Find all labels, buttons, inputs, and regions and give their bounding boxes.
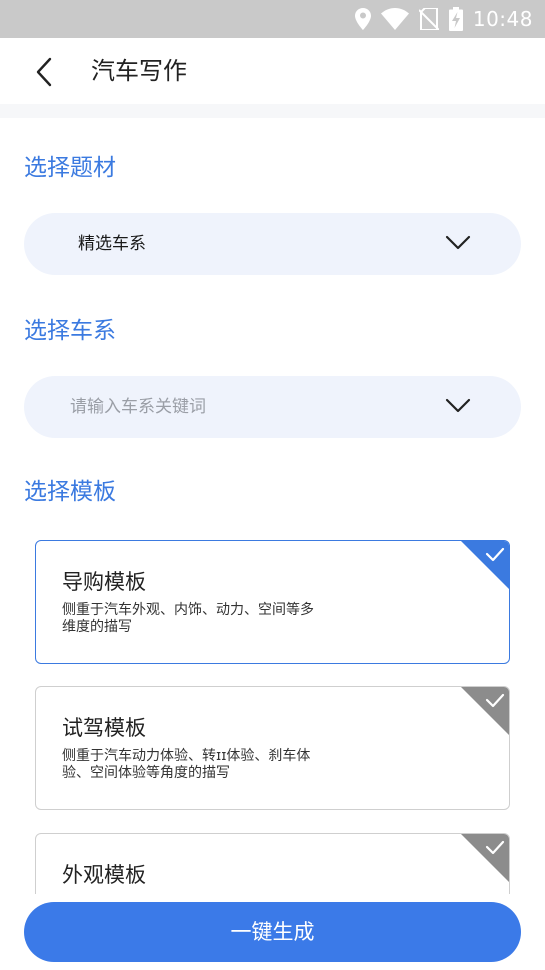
topic-dropdown-value: 精选车系 <box>78 234 146 254</box>
page-title: 汽车写作 <box>91 57 187 85</box>
back-button[interactable] <box>24 52 64 92</box>
chevron-down-icon <box>445 235 471 250</box>
battery-charging-icon <box>448 7 463 31</box>
status-time: 10:48 <box>472 7 533 31</box>
template-list: 导购模板 侧重于汽车外观、内饰、动力、空间等多 维度的描写 试驾模板 侧重于汽车… <box>0 520 545 894</box>
template-card-title: 外观模板 <box>62 863 146 887</box>
template-card-desc-line: 验、空间体验等角度的描写 <box>62 765 230 781</box>
template-card-title: 导购模板 <box>62 570 146 594</box>
location-icon <box>354 8 371 30</box>
selected-check-corner <box>461 541 509 589</box>
app-header: 汽车写作 <box>0 38 545 104</box>
no-sim-icon <box>418 8 439 30</box>
chevron-down-icon <box>445 398 471 413</box>
wifi-icon <box>380 8 409 30</box>
template-card-desc-line: 维度的描写 <box>62 619 132 635</box>
section-title-template: 选择模板 <box>24 479 116 505</box>
template-card-desc-line: 侧重于汽车外观、内饰、动力、空间等多 <box>62 602 314 618</box>
status-bar: 10:48 <box>0 0 545 38</box>
header-divider <box>0 104 545 118</box>
topic-dropdown[interactable]: 精选车系 <box>24 213 521 275</box>
section-title-series: 选择车系 <box>24 318 116 344</box>
series-search-dropdown[interactable]: 请输入车系关键词 <box>24 376 521 438</box>
unselected-check-corner <box>461 687 509 735</box>
template-card-desc: 侧重于汽车外观、内饰、动力、空间等多 维度的描写 <box>62 602 352 636</box>
unselected-check-corner <box>461 834 509 882</box>
template-card-desc: 侧重于汽车动力体验、转ɪɪ体验、刹车体 验、空间体验等角度的描写 <box>62 748 352 782</box>
status-icons: 10:48 <box>354 0 533 38</box>
generate-button[interactable]: 一键生成 <box>24 902 521 962</box>
template-card-test-drive[interactable]: 试驾模板 侧重于汽车动力体验、转ɪɪ体验、刹车体 验、空间体验等角度的描写 <box>35 686 510 810</box>
template-card-title: 试驾模板 <box>62 716 146 740</box>
template-card-shopping-guide[interactable]: 导购模板 侧重于汽车外观、内饰、动力、空间等多 维度的描写 <box>35 540 510 664</box>
chevron-left-icon <box>36 57 52 87</box>
section-title-topic: 选择题材 <box>24 155 116 181</box>
template-card-exterior[interactable]: 外观模板 <box>35 833 510 894</box>
series-search-placeholder: 请输入车系关键词 <box>70 397 206 417</box>
template-card-desc-line: 侧重于汽车动力体验、转ɪɪ体验、刹车体 <box>62 748 311 764</box>
